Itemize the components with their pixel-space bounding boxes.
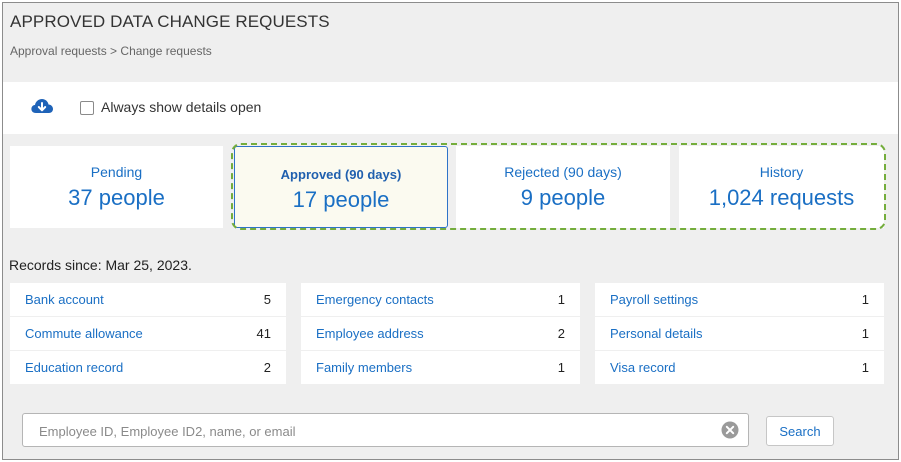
records-column: Payroll settings 1 Personal details 1 Vi…	[595, 283, 884, 385]
clear-icon[interactable]	[721, 421, 739, 439]
card-rejected[interactable]: Rejected (90 days) 9 people	[456, 146, 670, 228]
record-count: 2	[263, 360, 271, 375]
record-row[interactable]: Personal details 1	[595, 317, 884, 350]
card-label: History	[759, 164, 804, 180]
record-row[interactable]: Employee address 2	[301, 317, 580, 350]
record-name[interactable]: Emergency contacts	[316, 292, 434, 307]
card-history[interactable]: History 1,024 requests	[679, 146, 884, 228]
card-value: 1,024 requests	[708, 185, 855, 210]
record-count: 1	[861, 292, 869, 307]
record-row[interactable]: Emergency contacts 1	[301, 283, 580, 316]
records-since: Records since: Mar 25, 2023.	[9, 257, 192, 273]
record-name[interactable]: Commute allowance	[25, 326, 143, 341]
record-count: 1	[861, 326, 869, 341]
search-input[interactable]	[37, 420, 711, 442]
card-label: Approved (90 days)	[280, 167, 402, 182]
record-row[interactable]: Bank account 5	[10, 283, 286, 316]
record-name[interactable]: Employee address	[316, 326, 424, 341]
record-name[interactable]: Family members	[316, 360, 412, 375]
always-show-details-label[interactable]: Always show details open	[101, 99, 261, 115]
record-count: 2	[557, 326, 565, 341]
records-column: Emergency contacts 1 Employee address 2 …	[301, 283, 580, 385]
card-approved[interactable]: Approved (90 days) 17 people	[234, 146, 448, 228]
search-button[interactable]: Search	[766, 416, 834, 446]
app-frame: APPROVED DATA CHANGE REQUESTS Approval r…	[2, 2, 899, 460]
record-count: 41	[256, 326, 271, 341]
record-count: 5	[263, 292, 271, 307]
breadcrumb[interactable]: Approval requests > Change requests	[10, 44, 212, 58]
record-row[interactable]: Education record 2	[10, 351, 286, 384]
record-name[interactable]: Personal details	[610, 326, 703, 341]
card-pending[interactable]: Pending 37 people	[10, 146, 223, 228]
record-row[interactable]: Commute allowance 41	[10, 317, 286, 350]
record-name[interactable]: Education record	[25, 360, 123, 375]
record-count: 1	[861, 360, 869, 375]
record-row[interactable]: Payroll settings 1	[595, 283, 884, 316]
record-count: 1	[557, 360, 565, 375]
record-row[interactable]: Family members 1	[301, 351, 580, 384]
page-title: APPROVED DATA CHANGE REQUESTS	[10, 12, 330, 31]
record-row[interactable]: Visa record 1	[595, 351, 884, 384]
card-value: 37 people	[68, 185, 165, 210]
record-name[interactable]: Bank account	[25, 292, 104, 307]
card-label: Rejected (90 days)	[504, 164, 622, 180]
always-show-details-checkbox[interactable]	[80, 101, 94, 115]
card-label: Pending	[90, 164, 143, 180]
record-count: 1	[557, 292, 565, 307]
card-value: 17 people	[292, 187, 390, 212]
cloud-download-icon[interactable]	[30, 96, 54, 116]
records-column: Bank account 5 Commute allowance 41 Educ…	[10, 283, 286, 385]
toolbar: Always show details open	[3, 82, 898, 134]
search-field	[22, 413, 749, 447]
record-name[interactable]: Visa record	[610, 360, 676, 375]
card-value: 9 people	[520, 185, 606, 210]
record-name[interactable]: Payroll settings	[610, 292, 698, 307]
